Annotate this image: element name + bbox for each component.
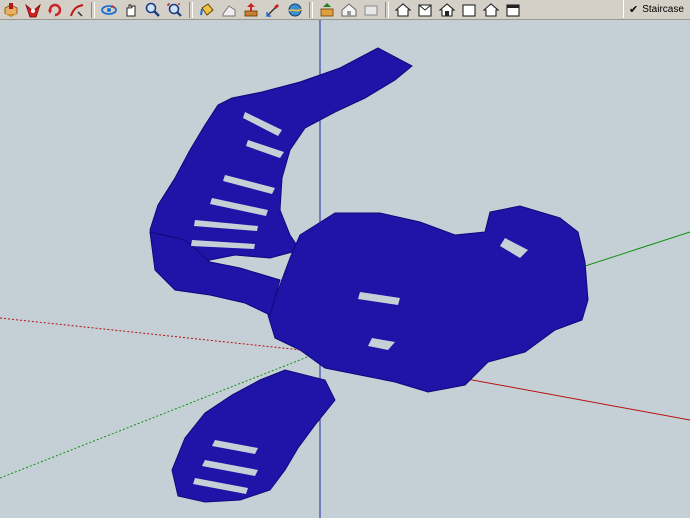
warehouse-button[interactable] [338,1,360,19]
orbit-button[interactable] [98,1,120,19]
hide-icon [364,5,378,15]
rotate-button[interactable] [44,1,66,19]
sandbox-button[interactable] [284,1,306,19]
eraser-shape-button[interactable] [218,1,240,19]
top-view-icon [418,3,432,17]
scene-check-icon: ✔ [629,3,639,16]
front-view-button[interactable] [436,1,458,19]
left-view-button[interactable] [502,1,524,19]
toolbar-separator [91,1,95,18]
follow-me-icon [70,3,84,17]
left-view-icon [506,3,520,17]
erase-icon [25,3,41,17]
scene-tab-label: Staircase [642,3,684,15]
right-view-icon [462,3,476,17]
toolbar-separator [309,1,313,18]
scene-tab-staircase[interactable]: ✔ Staircase [623,0,690,18]
follow-me-button[interactable] [66,1,88,19]
sandbox-icon [288,3,302,16]
right-view-button[interactable] [458,1,480,19]
front-view-icon [438,2,456,17]
pan-button[interactable] [120,1,142,19]
eraser-shape-icon [222,4,236,16]
pan-icon [126,4,136,16]
paint-bucket-button[interactable] [196,1,218,19]
warehouse-icon [341,2,357,16]
model-viewport[interactable] [0,20,690,518]
back-view-icon [482,2,500,17]
paint-bucket-icon [200,2,214,16]
rotate-icon [48,3,62,16]
upload-icon [320,2,334,16]
zoom-button[interactable] [142,1,164,19]
make-component-icon [4,2,18,17]
upload-button[interactable] [316,1,338,19]
toolbar-separator [189,1,193,18]
orbit-icon [101,4,117,15]
toolbar [0,0,690,20]
toolbar-separator [385,1,389,18]
make-component-button[interactable] [0,1,22,19]
erase-button[interactable] [22,1,44,19]
zoom-extents-button[interactable] [164,1,186,19]
scene-canvas[interactable] [0,20,690,518]
zoom-extents-icon [167,2,182,17]
top-view-button[interactable] [414,1,436,19]
tape-measure-icon [266,3,279,17]
push-pull-icon [244,2,258,16]
tape-measure-button[interactable] [262,1,284,19]
iso-view-icon [394,2,412,17]
zoom-icon [145,2,160,17]
back-view-button[interactable] [480,1,502,19]
push-pull-button[interactable] [240,1,262,19]
hide-button[interactable] [360,1,382,19]
iso-view-button[interactable] [392,1,414,19]
